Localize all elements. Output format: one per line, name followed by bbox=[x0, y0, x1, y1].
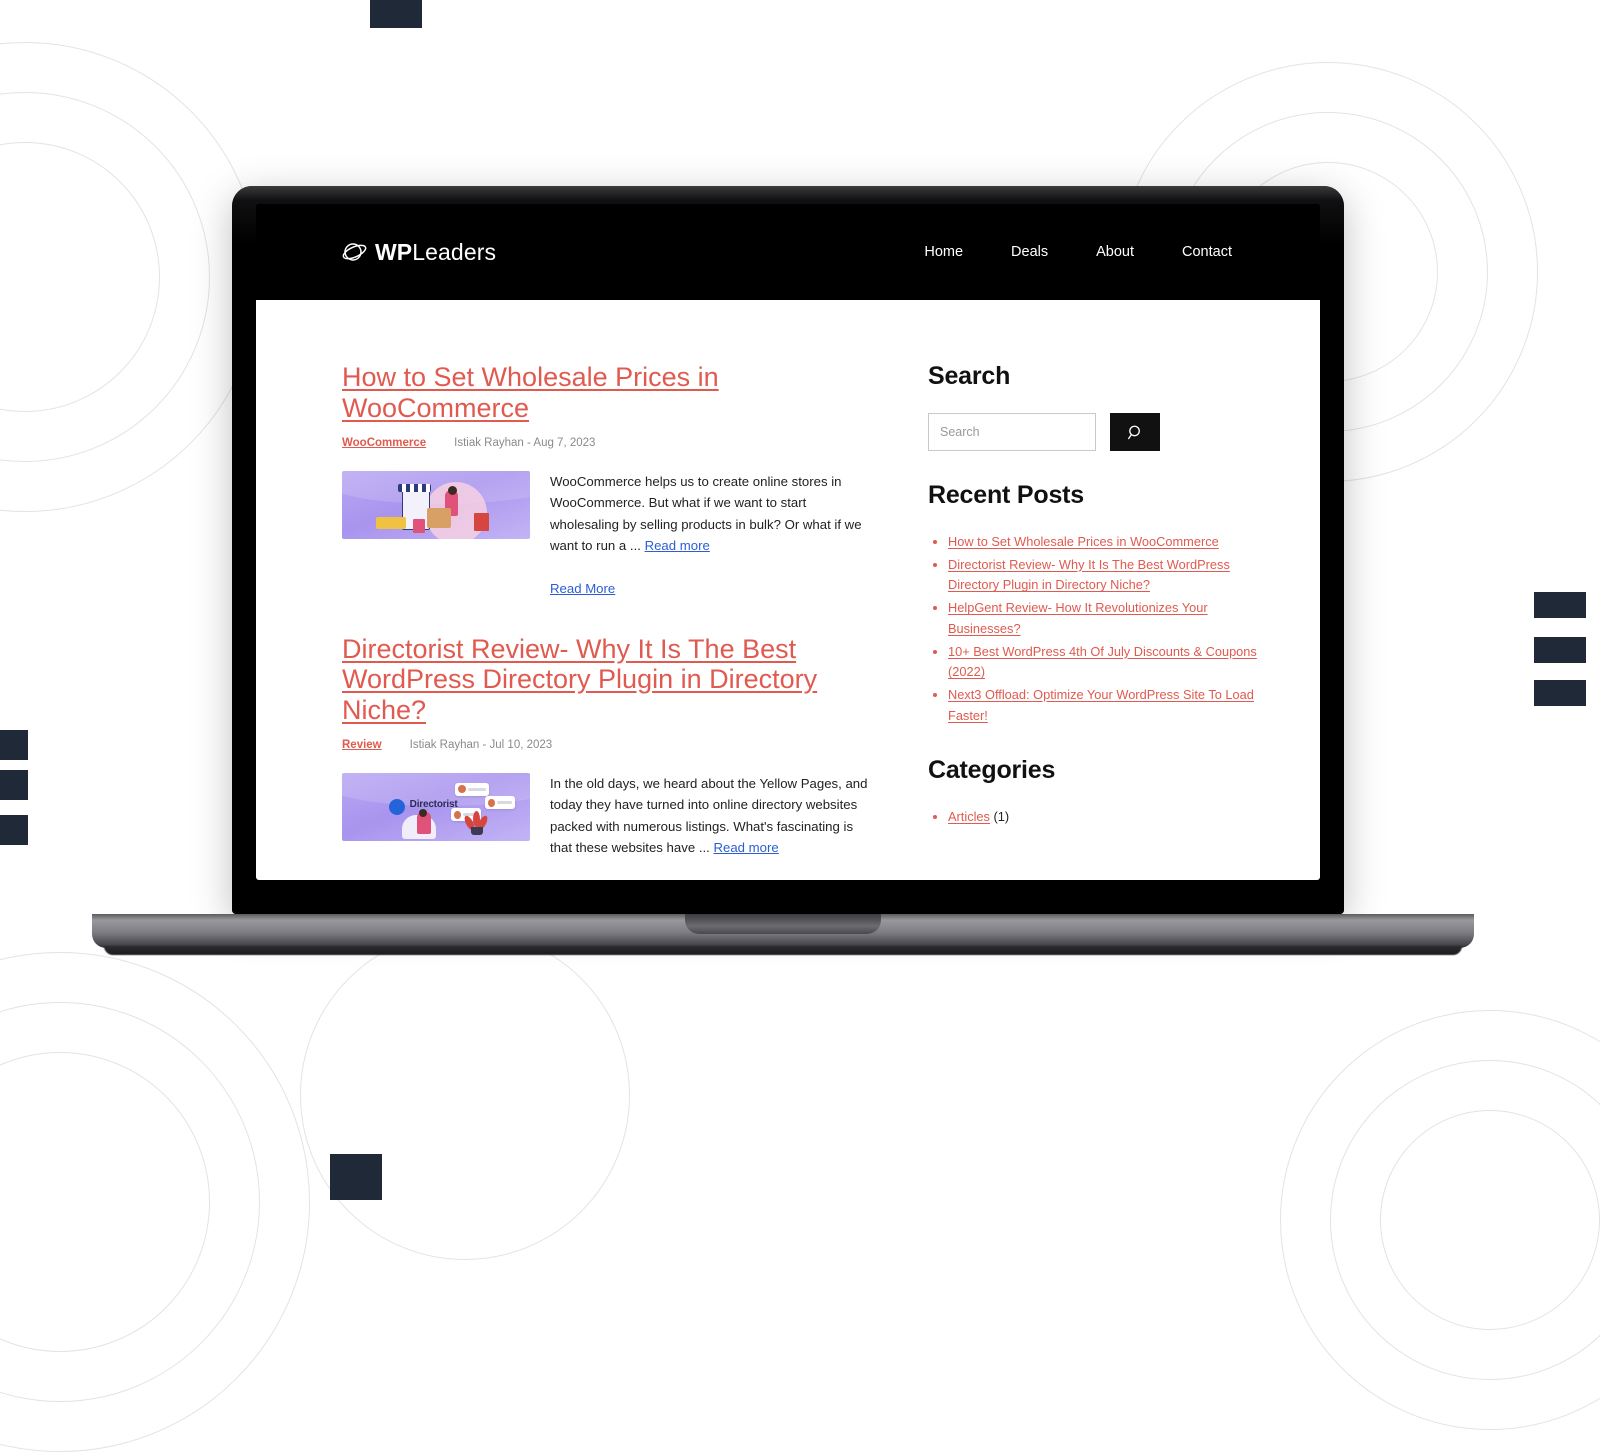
recent-post-link[interactable]: HelpGent Review- How It Revolutionizes Y… bbox=[948, 600, 1208, 636]
post-body: Directorist In the old days, we heard ab… bbox=[342, 773, 878, 859]
post-category-link[interactable]: Review bbox=[342, 739, 382, 751]
post-thumbnail[interactable] bbox=[342, 471, 530, 539]
search-widget: Search bbox=[928, 362, 1260, 451]
search-submit-button[interactable] bbox=[1110, 413, 1160, 451]
laptop-screen: WPLeaders Home Deals About Contact How t… bbox=[256, 204, 1320, 880]
decor-ring bbox=[0, 952, 310, 1452]
post-thumbnail[interactable]: Directorist bbox=[342, 773, 530, 841]
directorist-logo-icon bbox=[389, 798, 405, 815]
post-item: How to Set Wholesale Prices in WooCommer… bbox=[342, 362, 878, 598]
decor-ring bbox=[0, 1052, 210, 1352]
search-widget-title: Search bbox=[928, 362, 1011, 390]
brand-light: Leaders bbox=[412, 238, 497, 265]
sidebar: Search Recent Posts bbox=[896, 362, 1320, 880]
decor-rect bbox=[0, 730, 28, 760]
decor-ring bbox=[0, 92, 210, 462]
recent-post-link[interactable]: Directorist Review- Why It Is The Best W… bbox=[948, 557, 1230, 593]
decor-ring bbox=[1280, 1010, 1600, 1430]
decor-rect bbox=[1534, 592, 1586, 618]
post-item: Directorist Review- Why It Is The Best W… bbox=[342, 634, 878, 859]
post-category-link[interactable]: WooCommerce bbox=[342, 437, 426, 449]
laptop-base-shadow bbox=[104, 946, 1462, 955]
recent-posts-title: Recent Posts bbox=[928, 481, 1084, 509]
box-icon bbox=[426, 507, 451, 528]
list-item: 10+ Best WordPress 4th Of July Discounts… bbox=[948, 642, 1260, 683]
post-byline: Istiak Rayhan - Aug 7, 2023 bbox=[454, 437, 596, 449]
post-body: WooCommerce helps us to create online st… bbox=[342, 471, 878, 557]
search-icon bbox=[1127, 425, 1140, 439]
decor-ring bbox=[1330, 1060, 1600, 1380]
post-title[interactable]: How to Set Wholesale Prices in WooCommer… bbox=[342, 362, 878, 423]
decor-rect bbox=[0, 770, 28, 800]
read-more-button[interactable]: Read More bbox=[550, 581, 615, 596]
directorist-wordmark: Directorist bbox=[409, 798, 458, 810]
read-more-inline-link[interactable]: Read more bbox=[645, 538, 710, 553]
orbit-logo-icon bbox=[342, 243, 367, 261]
awning-icon bbox=[398, 483, 432, 492]
small-bag-icon bbox=[413, 518, 426, 533]
categories-title: Categories bbox=[928, 756, 1056, 785]
chat-bubble-icon bbox=[454, 782, 489, 796]
laptop-base bbox=[92, 914, 1474, 948]
decor-ring bbox=[0, 142, 160, 412]
recent-post-link[interactable]: How to Set Wholesale Prices in WooCommer… bbox=[948, 534, 1219, 549]
main-nav: Home Deals About Contact bbox=[924, 244, 1232, 260]
shopping-bag-icon bbox=[473, 513, 489, 532]
chat-bubble-icon bbox=[484, 796, 515, 810]
laptop-lid: WPLeaders Home Deals About Contact How t… bbox=[232, 186, 1344, 914]
list-item: Articles (1) bbox=[948, 807, 1260, 828]
post-title[interactable]: Directorist Review- Why It Is The Best W… bbox=[342, 634, 878, 726]
search-form bbox=[928, 413, 1260, 451]
read-more-inline-link[interactable]: Read more bbox=[713, 840, 778, 855]
post-excerpt-text: In the old days, we heard about the Yell… bbox=[550, 776, 868, 856]
category-count: (1) bbox=[993, 809, 1010, 825]
nav-item-deals[interactable]: Deals bbox=[1011, 244, 1048, 260]
site-header: WPLeaders Home Deals About Contact bbox=[256, 204, 1320, 300]
search-input[interactable] bbox=[928, 413, 1096, 451]
categories-list: Articles (1) bbox=[928, 807, 1260, 828]
decor-rect bbox=[1534, 680, 1586, 706]
decor-rect bbox=[330, 1154, 382, 1200]
recent-post-link[interactable]: Next3 Offload: Optimize Your WordPress S… bbox=[948, 687, 1254, 723]
plant-icon bbox=[462, 811, 490, 836]
post-meta: Review Istiak Rayhan - Jul 10, 2023 bbox=[342, 739, 878, 751]
parcel-stack-icon bbox=[375, 517, 406, 530]
decor-ring bbox=[0, 1002, 260, 1402]
list-item: Next3 Offload: Optimize Your WordPress S… bbox=[948, 685, 1260, 726]
post-byline: Istiak Rayhan - Jul 10, 2023 bbox=[409, 739, 553, 751]
nav-item-home[interactable]: Home bbox=[924, 244, 963, 260]
post-excerpt: In the old days, we heard about the Yell… bbox=[550, 773, 878, 859]
brand-text: WPLeaders bbox=[375, 239, 496, 266]
list-item: How to Set Wholesale Prices in WooCommer… bbox=[948, 532, 1260, 553]
decor-ring bbox=[300, 930, 630, 1260]
recent-post-link[interactable]: 10+ Best WordPress 4th Of July Discounts… bbox=[948, 644, 1257, 680]
recent-posts-widget: Recent Posts How to Set Wholesale Prices… bbox=[928, 481, 1260, 726]
laptop-base-notch bbox=[685, 914, 881, 934]
laptop-mockup: WPLeaders Home Deals About Contact How t… bbox=[232, 186, 1344, 914]
recent-posts-list: How to Set Wholesale Prices in WooCommer… bbox=[928, 532, 1260, 726]
site-body: How to Set Wholesale Prices in WooCommer… bbox=[256, 300, 1320, 880]
nav-item-contact[interactable]: Contact bbox=[1182, 244, 1232, 260]
decor-ring bbox=[1380, 1110, 1600, 1330]
site-brand[interactable]: WPLeaders bbox=[342, 239, 496, 266]
decor-rect bbox=[0, 815, 28, 845]
post-meta: WooCommerce Istiak Rayhan - Aug 7, 2023 bbox=[342, 437, 878, 449]
categories-widget: Categories Articles (1) bbox=[928, 756, 1260, 828]
nav-item-about[interactable]: About bbox=[1096, 244, 1134, 260]
category-link[interactable]: Articles bbox=[948, 809, 990, 824]
decor-rect bbox=[370, 0, 422, 28]
decor-rect bbox=[1534, 637, 1586, 663]
brand-bold: WP bbox=[375, 238, 413, 265]
list-item: HelpGent Review- How It Revolutionizes Y… bbox=[948, 598, 1260, 639]
decor-ring bbox=[0, 42, 260, 512]
list-item: Directorist Review- Why It Is The Best W… bbox=[948, 555, 1260, 596]
post-list: How to Set Wholesale Prices in WooCommer… bbox=[256, 362, 896, 880]
post-excerpt: WooCommerce helps us to create online st… bbox=[550, 471, 878, 557]
